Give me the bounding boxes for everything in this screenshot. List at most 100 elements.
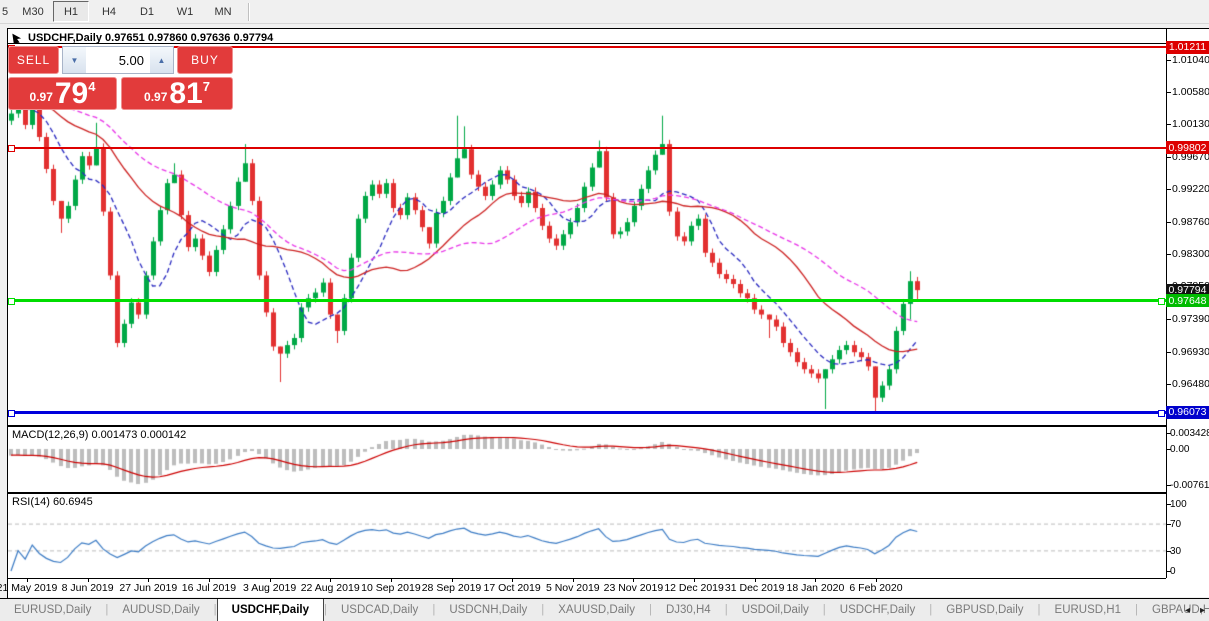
tab-dj30-h4[interactable]: DJ30,H4 bbox=[652, 599, 725, 621]
chart-tab-bar: EURUSD,Daily|AUDUSD,Daily|USDCHF,Daily|U… bbox=[0, 598, 1209, 621]
volume-increase-button[interactable]: ▲ bbox=[150, 47, 173, 73]
date-axis-label: 21 May 2019 bbox=[0, 582, 57, 594]
timeframe-button-mn[interactable]: MN bbox=[205, 1, 241, 22]
price-chart-canvas[interactable] bbox=[8, 44, 1166, 578]
cursor-arrow-icon bbox=[12, 32, 24, 44]
date-axis-label: 31 Dec 2019 bbox=[725, 582, 785, 594]
rsi-axis-label: 30 bbox=[1170, 546, 1181, 557]
buy-price-button[interactable]: 0.97 81 7 bbox=[121, 77, 233, 110]
date-axis-label: 23 Nov 2019 bbox=[604, 582, 664, 594]
macd-axis-label: 0.003428 bbox=[1170, 428, 1209, 439]
date-axis-label: 28 Sep 2019 bbox=[422, 582, 482, 594]
volume-stepper: ▼ ▲ bbox=[62, 46, 174, 74]
date-axis-label: 18 Jan 2020 bbox=[786, 582, 844, 594]
date-axis-label: 27 Jun 2019 bbox=[119, 582, 177, 594]
volume-decrease-button[interactable]: ▼ bbox=[63, 47, 86, 73]
price-axis-tick bbox=[1166, 222, 1171, 223]
chart-bottom-border bbox=[8, 578, 1166, 579]
price-axis-label: 0.96480 bbox=[1172, 378, 1209, 390]
price-badge-0.99802: 0.99802 bbox=[1166, 141, 1209, 154]
price-axis-tick bbox=[1166, 124, 1171, 125]
window-border-top bbox=[7, 28, 1209, 29]
sell-price-prefix: 0.97 bbox=[30, 90, 53, 104]
macd-label: MACD(12,26,9) 0.001473 0.000142 bbox=[12, 429, 186, 441]
timeframe-button-w1[interactable]: W1 bbox=[167, 1, 203, 22]
price-line-anchor[interactable] bbox=[8, 145, 15, 152]
price-line-0.97648[interactable] bbox=[8, 299, 1166, 302]
tab-gbpusd-daily[interactable]: GBPUSD,Daily bbox=[932, 599, 1037, 621]
timeframe-button-h1[interactable]: H1 bbox=[53, 1, 89, 22]
price-axis-tick bbox=[1166, 189, 1171, 190]
date-axis-label: 6 Feb 2020 bbox=[849, 582, 902, 594]
timeframe-button-m30[interactable]: M30 bbox=[15, 1, 51, 22]
price-axis-label: 1.00580 bbox=[1172, 86, 1209, 98]
date-axis-label: 22 Aug 2019 bbox=[301, 582, 360, 594]
price-axis-tick bbox=[1166, 254, 1171, 255]
tab-xauusd-daily[interactable]: XAUUSD,Daily bbox=[544, 599, 649, 621]
price-axis-tick bbox=[1166, 352, 1171, 353]
tab-scroll-left-icon[interactable]: ◂ bbox=[1185, 605, 1190, 616]
tab-audusd-daily[interactable]: AUDUSD,Daily bbox=[108, 599, 213, 621]
one-click-trading-panel: SELL ▼ ▲ BUY 0.97 79 4 0.97 81 7 bbox=[8, 46, 233, 110]
price-line-anchor[interactable] bbox=[1158, 410, 1165, 417]
chart-title-row: USDCHF,Daily 0.97651 0.97860 0.97636 0.9… bbox=[12, 31, 273, 45]
tab-eurusd-daily[interactable]: EURUSD,Daily bbox=[0, 599, 105, 621]
date-axis-label: 5 Nov 2019 bbox=[546, 582, 600, 594]
rsi-axis-label: 100 bbox=[1170, 499, 1187, 510]
price-axis-label: 0.98300 bbox=[1172, 248, 1209, 260]
rsi-axis-label: 0 bbox=[1170, 566, 1176, 577]
price-axis-label: 0.99220 bbox=[1172, 183, 1209, 195]
timeframe-button-5[interactable]: 5 bbox=[0, 1, 13, 22]
price-axis-label: 1.01040 bbox=[1172, 54, 1209, 66]
sell-button[interactable]: SELL bbox=[8, 46, 59, 74]
price-axis-label: 0.97390 bbox=[1172, 313, 1209, 325]
date-axis-label: 3 Aug 2019 bbox=[243, 582, 296, 594]
price-line-0.96073[interactable] bbox=[8, 411, 1166, 414]
buy-price-prefix: 0.97 bbox=[144, 90, 167, 104]
price-badge-1.01211: 1.01211 bbox=[1166, 41, 1209, 54]
price-line-anchor[interactable] bbox=[8, 410, 15, 417]
tab-usdoil-daily[interactable]: USDOil,Daily bbox=[728, 599, 823, 621]
price-line-0.99802[interactable] bbox=[8, 147, 1166, 149]
toolbar-separator bbox=[248, 3, 250, 21]
date-axis-label: 16 Jul 2019 bbox=[182, 582, 236, 594]
tab-usdchf-daily[interactable]: USDCHF,Daily bbox=[826, 599, 929, 621]
price-line-anchor[interactable] bbox=[8, 298, 15, 305]
price-line-anchor[interactable] bbox=[1158, 298, 1165, 305]
price-axis-tick bbox=[1166, 92, 1171, 93]
date-axis-label: 8 Jun 2019 bbox=[62, 582, 114, 594]
timeframe-toolbar: 5M30H1H4D1W1MN bbox=[0, 0, 1209, 24]
volume-input[interactable] bbox=[86, 47, 150, 73]
buy-price-pip: 7 bbox=[203, 79, 210, 94]
tab-scroll-right-icon[interactable]: ▸ bbox=[1200, 605, 1205, 616]
sell-price-pip: 4 bbox=[88, 79, 95, 94]
buy-button[interactable]: BUY bbox=[177, 46, 233, 74]
price-badge-0.96073: 0.96073 bbox=[1166, 406, 1209, 419]
date-axis-label: 17 Oct 2019 bbox=[483, 582, 540, 594]
price-axis-tick bbox=[1166, 319, 1171, 320]
timeframe-button-d1[interactable]: D1 bbox=[129, 1, 165, 22]
price-axis-tick bbox=[1166, 157, 1171, 158]
timeframe-button-h4[interactable]: H4 bbox=[91, 1, 127, 22]
price-axis-label: 1.00130 bbox=[1172, 118, 1209, 130]
price-badge-0.97648: 0.97648 bbox=[1166, 294, 1209, 307]
date-axis-label: 12 Dec 2019 bbox=[664, 582, 724, 594]
mt4-window: 5M30H1H4D1W1MN USDCHF,Daily 0.97651 0.97… bbox=[0, 0, 1209, 620]
tab-usdcad-daily[interactable]: USDCAD,Daily bbox=[327, 599, 432, 621]
rsi-label: RSI(14) 60.6945 bbox=[12, 496, 93, 508]
tab-usdchf-daily[interactable]: USDCHF,Daily bbox=[217, 599, 324, 621]
chart-title: USDCHF,Daily 0.97651 0.97860 0.97636 0.9… bbox=[28, 32, 273, 44]
price-axis-tick bbox=[1166, 384, 1171, 385]
date-axis-label: 10 Sep 2019 bbox=[361, 582, 421, 594]
tab-eurusd-h1[interactable]: EURUSD,H1 bbox=[1041, 599, 1135, 621]
macd-axis-label: 0.00 bbox=[1170, 444, 1189, 455]
price-axis-tick bbox=[1166, 60, 1171, 61]
price-axis-label: 0.98760 bbox=[1172, 216, 1209, 228]
macd-axis-label: -0.007615 bbox=[1170, 480, 1209, 491]
price-axis-label: 0.96930 bbox=[1172, 346, 1209, 358]
sell-price-button[interactable]: 0.97 79 4 bbox=[8, 77, 117, 110]
rsi-axis-label: 70 bbox=[1170, 519, 1181, 530]
sell-price-big: 79 bbox=[55, 81, 88, 107]
buy-price-big: 81 bbox=[169, 81, 202, 107]
tab-usdcnh-daily[interactable]: USDCNH,Daily bbox=[435, 599, 541, 621]
